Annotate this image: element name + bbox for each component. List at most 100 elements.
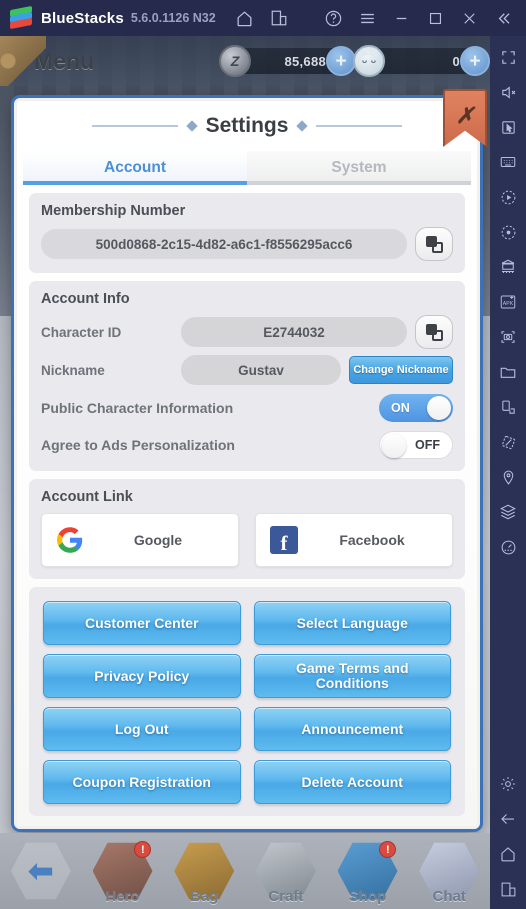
dialog-title-row: Settings ✗ [17,89,487,151]
public-character-info-label: Public Character Information [41,400,234,416]
customer-center-button[interactable]: Customer Center [43,601,241,645]
nav-bag-button[interactable]: Bag [163,833,245,909]
close-icon[interactable] [452,3,486,33]
tab-bar: Account System [23,151,471,185]
home-icon[interactable] [493,839,523,869]
gear-icon[interactable] [493,769,523,799]
rotate-icon[interactable] [493,392,523,422]
currency-cat-token[interactable]: ᵕ ᵕ 0 + [353,45,490,77]
account-link-heading: Account Link [41,489,133,505]
tab-account[interactable]: Account [23,151,247,185]
dialog-title: Settings [205,114,289,137]
account-link-card: Account Link Google f Facebook [29,479,465,579]
tab-account-underline [23,181,247,185]
title-divider-right [316,125,403,127]
tab-system-underline [247,181,471,185]
currency-group: Z 85,688 + ᵕ ᵕ 0 + [219,45,490,77]
currency-coin[interactable]: Z 85,688 + [219,45,356,77]
home-icon[interactable] [228,3,262,33]
ads-personalization-state: OFF [415,438,440,452]
collapse-icon[interactable] [486,3,520,33]
game-terms-button[interactable]: Game Terms and Conditions [253,654,451,698]
menu-icon[interactable] [350,3,384,33]
nickname-field: Gustav [181,355,341,385]
tab-system[interactable]: System [247,151,471,185]
close-button[interactable]: ✗ [443,89,487,147]
corner-ornament-icon [0,36,46,86]
google-label: Google [133,532,183,548]
mute-icon[interactable] [493,77,523,107]
google-icon [42,527,98,553]
nav-hero-label: Hero [105,888,140,905]
tab-system-label: System [331,159,387,176]
layers-icon[interactable] [493,497,523,527]
public-character-info-toggle[interactable]: ON [379,394,453,422]
nav-hero-button[interactable]: ! Hero [82,833,164,909]
log-out-button[interactable]: Log Out [43,707,241,751]
back-icon[interactable] [493,804,523,834]
app-name: BlueStacks [41,9,124,27]
add-cat-token-button[interactable]: + [460,46,490,76]
membership-number-field: 500d0868-2c15-4d82-a6c1-f8556295acc6 [41,229,407,259]
delete-account-button[interactable]: Delete Account [253,760,451,804]
minimize-icon[interactable] [384,3,418,33]
facebook-label: Facebook [339,532,405,548]
install-apk-icon[interactable]: APK [493,287,523,317]
cursor-icon[interactable] [493,112,523,142]
copy-icon [425,323,443,341]
maximize-icon[interactable] [418,3,452,33]
character-id-field: E2744032 [181,317,407,347]
macro-record-icon[interactable] [493,217,523,247]
game-header: Menu Z 85,688 + ᵕ ᵕ 0 + [0,36,490,86]
z-coin-icon: Z [219,45,251,77]
hero-badge: ! [134,841,152,858]
account-info-heading: Account Info [41,291,130,307]
folder-icon[interactable] [493,357,523,387]
membership-heading: Membership Number [41,203,186,219]
nav-chat-label: Chat [432,888,466,905]
nav-chat-button[interactable]: Chat [408,833,490,909]
dialog-body: Membership Number 500d0868-2c15-4d82-a6c… [17,185,477,834]
link-google-button[interactable]: Google [41,513,239,567]
ads-personalization-toggle[interactable]: OFF [379,431,453,459]
app-version: 5.6.0.1126 N32 [130,11,216,25]
add-coin-button[interactable]: + [326,46,356,76]
shop-badge: ! [379,841,397,858]
title-diamond-left-icon [185,120,198,132]
copy-character-id-button[interactable] [415,315,453,349]
back-arrow-icon: ⬅ [10,842,71,900]
macro-play-icon[interactable] [493,182,523,212]
multi-instance-icon[interactable] [262,3,296,33]
select-language-button[interactable]: Select Language [253,601,451,645]
change-nickname-button[interactable]: Change Nickname [349,356,453,384]
meter-icon[interactable] [493,532,523,562]
link-facebook-button[interactable]: f Facebook [255,513,453,567]
keyboard-icon[interactable] [493,147,523,177]
recents-icon[interactable] [493,874,523,904]
nav-craft-label: Craft [268,888,304,905]
ads-personalization-label: Agree to Ads Personalization [41,437,235,453]
titlebar: BlueStacks 5.6.0.1126 N32 [0,0,526,36]
nav-craft-button[interactable]: Craft [245,833,327,909]
fullscreen-icon[interactable] [493,42,523,72]
title-diamond-right-icon [296,120,309,132]
nav-shop-button[interactable]: ! Shop [327,833,409,909]
toggle-knob [382,434,406,458]
privacy-policy-button[interactable]: Privacy Policy [43,654,241,698]
bluestacks-sidebar: APK [490,36,526,909]
account-info-card: Account Info Character ID E2744032 Nickn… [29,281,465,471]
cat-token-value: 0 [452,53,460,69]
screenshot-icon[interactable] [493,322,523,352]
copy-icon [425,235,443,253]
location-icon[interactable] [493,462,523,492]
nav-back-button[interactable]: ⬅ [0,833,82,909]
bluestacks-window: BlueStacks 5.6.0.1126 N32 Menu Z 85,688 … [0,0,526,909]
multi-instance-manager-icon[interactable] [493,252,523,282]
help-icon[interactable] [316,3,350,33]
bluestacks-logo-icon [10,5,32,30]
title-divider-left [91,125,178,127]
coupon-registration-button[interactable]: Coupon Registration [43,760,241,804]
tilt-icon[interactable] [493,427,523,457]
announcement-button[interactable]: Announcement [253,707,451,751]
copy-membership-button[interactable] [415,227,453,261]
